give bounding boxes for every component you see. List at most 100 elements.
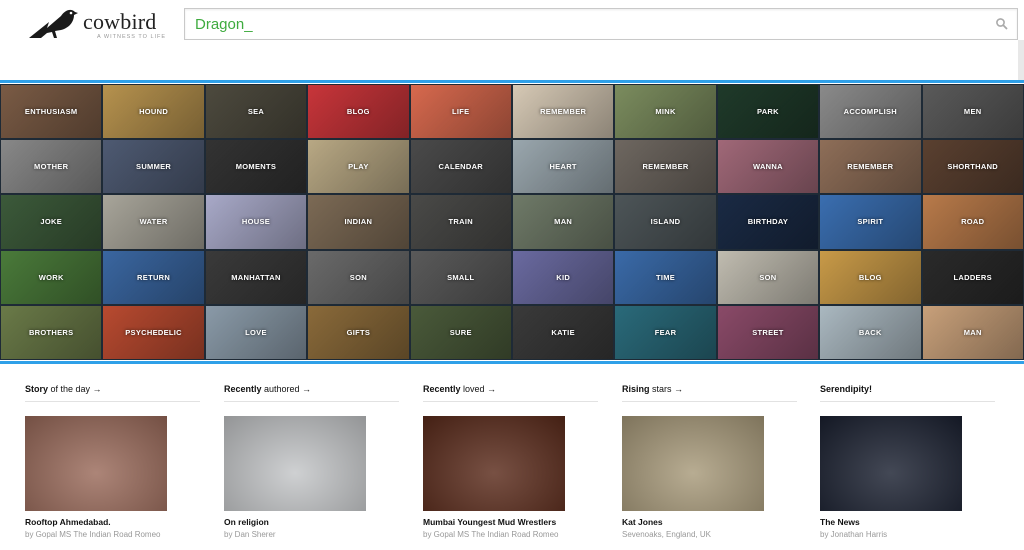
grid-tile[interactable]: WANNA <box>716 139 820 195</box>
grid-tile[interactable]: RETURN <box>102 249 205 305</box>
section-item-title[interactable]: On religion <box>224 517 269 527</box>
grid-tile[interactable]: PARK <box>716 84 820 140</box>
grid-tile[interactable]: PSYCHEDELIC <box>102 304 205 360</box>
grid-tile[interactable]: BROTHERS <box>0 304 103 360</box>
section-thumbnail[interactable] <box>423 416 565 511</box>
grid-tile-label: ROAD <box>961 217 985 227</box>
feature-section: Story of the day → Rooftop Ahmedabad. by… <box>25 384 200 539</box>
feature-section: Serendipity! The News by Jonathan Harris <box>820 384 995 539</box>
grid-tile[interactable]: PLAY <box>307 139 410 195</box>
grid-tile[interactable]: SPIRIT <box>819 194 922 250</box>
grid-tile[interactable]: BACK <box>819 304 922 360</box>
grid-tile-label: ENTHUSIASM <box>24 107 78 117</box>
grid-tile[interactable]: MOTHER <box>0 139 103 195</box>
grid-tile[interactable]: MINK <box>614 84 717 140</box>
grid-tile-label: CALENDAR <box>438 162 483 172</box>
grid-tile[interactable]: STREET <box>716 304 820 360</box>
grid-tile-label: REMEMBER <box>642 162 689 172</box>
grid-tile[interactable]: MANHATTAN <box>204 249 308 305</box>
section-item-byline: by Dan Sherer <box>224 530 276 539</box>
section-title-rest: stars → <box>649 384 684 394</box>
grid-tile[interactable]: ISLAND <box>614 194 717 250</box>
grid-tile[interactable]: HOUND <box>102 84 205 140</box>
grid-tile[interactable]: TRAIN <box>409 194 512 250</box>
grid-tile[interactable]: HOUSE <box>204 194 308 250</box>
section-thumbnail[interactable] <box>25 416 167 511</box>
grid-tile-label: SUMMER <box>136 162 172 172</box>
grid-tile[interactable]: KATIE <box>511 304 615 360</box>
grid-tile[interactable]: TIME <box>614 249 717 305</box>
grid-tile[interactable]: FEAR <box>614 304 717 360</box>
grid-tile-label: ACCOMPLISH <box>843 107 898 117</box>
grid-tile-label: SON <box>349 272 367 282</box>
grid-tile-label: REMEMBER <box>847 162 894 172</box>
grid-tile[interactable]: REMEMBER <box>819 139 922 195</box>
section-title[interactable]: Rising stars → <box>622 384 797 402</box>
feature-section: Recently authored → On religion by Dan S… <box>224 384 399 539</box>
grid-tile[interactable]: SURE <box>409 304 512 360</box>
grid-tile[interactable]: BIRTHDAY <box>716 194 820 250</box>
grid-tile[interactable]: MAN <box>511 194 615 250</box>
grid-tile[interactable]: MOMENTS <box>204 139 308 195</box>
section-thumbnail[interactable] <box>820 416 962 511</box>
section-thumbnail[interactable] <box>224 416 366 511</box>
section-item-title[interactable]: Rooftop Ahmedabad. <box>25 517 111 527</box>
grid-tile[interactable]: LIFE <box>409 84 512 140</box>
grid-tile-label: BROTHERS <box>28 327 74 337</box>
grid-tile[interactable]: JOKE <box>0 194 103 250</box>
grid-tile-label: KATIE <box>551 327 575 337</box>
grid-tile[interactable]: SEA <box>204 84 308 140</box>
grid-tile[interactable]: LOVE <box>204 304 308 360</box>
grid-tile[interactable]: MEN <box>921 84 1024 140</box>
grid-tile[interactable]: SON <box>716 249 820 305</box>
section-title[interactable]: Recently loved → <box>423 384 598 402</box>
grid-tile[interactable]: LADDERS <box>921 249 1024 305</box>
grid-tile-label: HOUSE <box>241 217 271 227</box>
section-item-byline: by Jonathan Harris <box>820 530 888 539</box>
section-title[interactable]: Recently authored → <box>224 384 399 402</box>
grid-tile[interactable]: ROAD <box>921 194 1024 250</box>
grid-tile[interactable]: WATER <box>102 194 205 250</box>
grid-tile[interactable]: BLOG <box>819 249 922 305</box>
section-title[interactable]: Serendipity! <box>820 384 995 402</box>
grid-tile[interactable]: HEART <box>511 139 615 195</box>
section-title[interactable]: Story of the day → <box>25 384 200 402</box>
grid-tile[interactable]: REMEMBER <box>511 84 615 140</box>
section-title-bold: Recently <box>423 384 461 394</box>
grid-tile-label: INDIAN <box>344 217 373 227</box>
grid-tile[interactable]: SHORTHAND <box>921 139 1024 195</box>
grid-tile-label: SURE <box>449 327 472 337</box>
cowbird-logo[interactable]: cowbird A WITNESS TO LIFE <box>27 4 167 44</box>
grid-tile[interactable]: REMEMBER <box>614 139 717 195</box>
scrollbar[interactable] <box>1018 40 1024 80</box>
grid-tile[interactable]: GIFTS <box>307 304 410 360</box>
story-grid: ENTHUSIASM HOUND SEA BLOG LIFE REMEMBER MINK PA… <box>0 84 1024 360</box>
grid-tile-label: BLOG <box>346 107 370 117</box>
grid-tile-label: SON <box>759 272 777 282</box>
grid-tile-label: MEN <box>963 107 982 117</box>
grid-tile[interactable]: SMALL <box>409 249 512 305</box>
section-item-title[interactable]: The News <box>820 517 860 527</box>
section-item-title[interactable]: Mumbai Youngest Mud Wrestlers <box>423 517 556 527</box>
grid-tile-label: JOKE <box>40 217 62 227</box>
grid-tile-label: MAN <box>963 327 982 337</box>
search-input[interactable]: Dragon_ <box>184 8 1018 40</box>
grid-tile[interactable]: ENTHUSIASM <box>0 84 103 140</box>
section-thumbnail[interactable] <box>622 416 764 511</box>
section-title-bold: Serendipity! <box>820 384 873 394</box>
grid-tile[interactable]: SUMMER <box>102 139 205 195</box>
grid-tile[interactable]: MAN <box>921 304 1024 360</box>
grid-tile[interactable]: BLOG <box>307 84 410 140</box>
section-item-title[interactable]: Kat Jones <box>622 517 663 527</box>
grid-tile-label: HOUND <box>139 107 169 117</box>
grid-tile[interactable]: INDIAN <box>307 194 410 250</box>
logo-tagline: A WITNESS TO LIFE <box>97 34 167 40</box>
grid-tile[interactable]: CALENDAR <box>409 139 512 195</box>
grid-tile[interactable]: WORK <box>0 249 103 305</box>
search-icon[interactable] <box>995 17 1009 31</box>
grid-tile[interactable]: KID <box>511 249 615 305</box>
grid-tile[interactable]: ACCOMPLISH <box>819 84 922 140</box>
grid-tile-label: BLOG <box>858 272 882 282</box>
grid-tile[interactable]: SON <box>307 249 410 305</box>
grid-tile-label: PARK <box>756 107 779 117</box>
